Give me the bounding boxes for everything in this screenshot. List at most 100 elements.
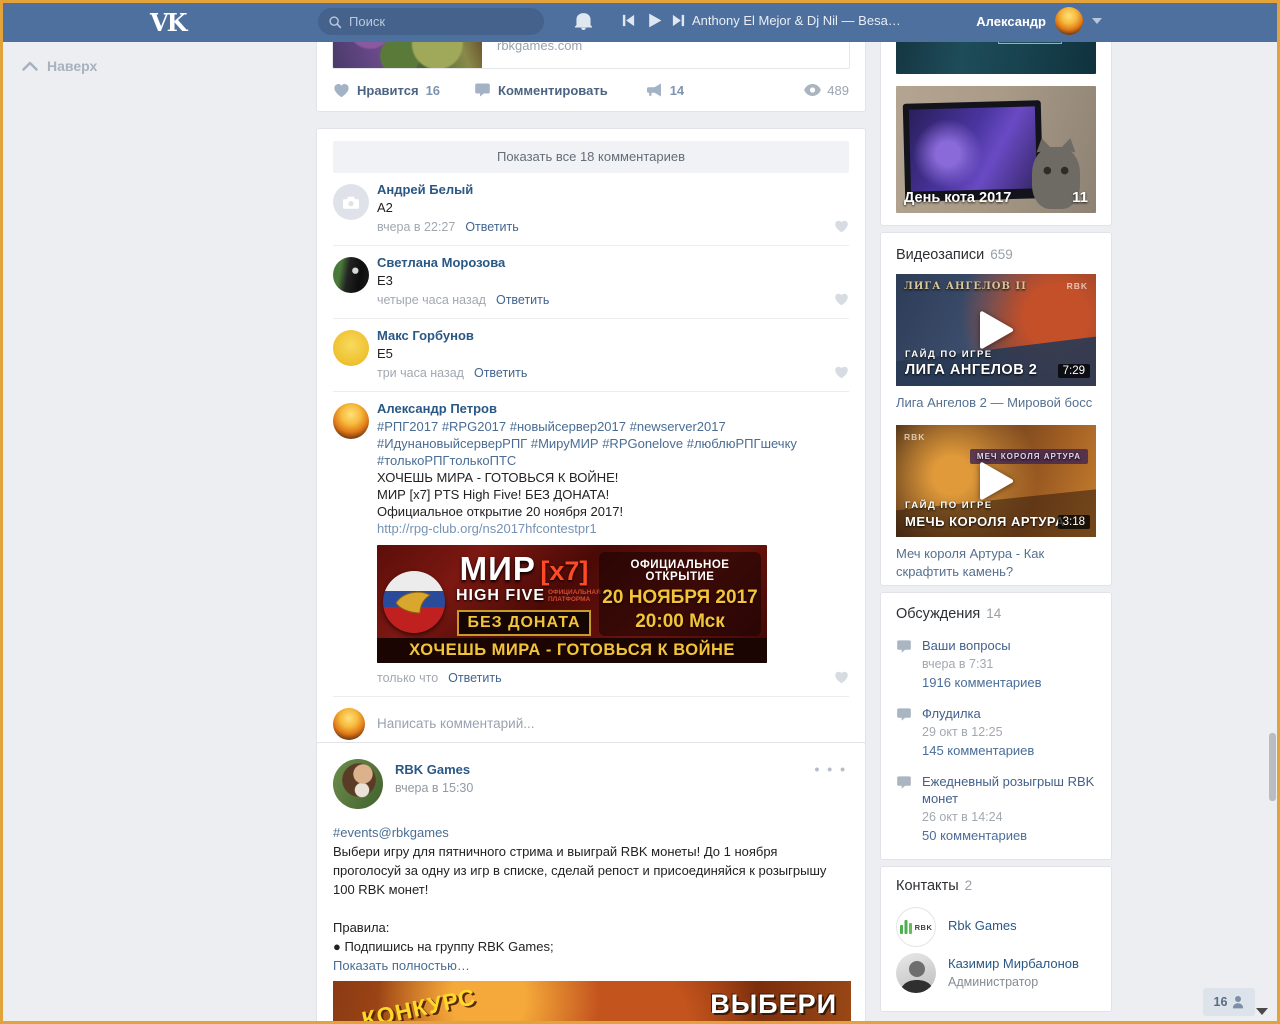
mir-x7-banner-image[interactable]: МИР [x7] HIGH FIVE ОФИЦИАЛЬНАЯ ПЛАТФОРМА … xyxy=(377,545,767,663)
banner-word-contest: КОНКУРС xyxy=(359,983,479,1024)
discussion-time: 29 окт в 12:25 xyxy=(922,725,1003,739)
online-friends-badge[interactable]: 16 xyxy=(1203,988,1255,1016)
banner-opening-time: 20:00 Мск xyxy=(635,611,725,632)
comment-meta: только что Ответить xyxy=(377,670,849,687)
contact-name[interactable]: Rbk Games xyxy=(948,907,1096,933)
hashtag-link[interactable]: #events@rbkgames xyxy=(333,825,449,840)
default-avatar-camera-icon[interactable] xyxy=(333,184,369,220)
video-thumbnail[interactable]: ЛИГА АНГЕЛОВ II RBK ГАЙД ПО ИГРЕ ЛИГА АН… xyxy=(896,274,1096,386)
contact-item[interactable]: RBK Rbk Games xyxy=(896,907,1096,947)
video-thumbnail[interactable]: RBK МЕЧ КОРОЛЯ АРТУРА ГАЙД ПО ИГРЕ МЕЧЬ … xyxy=(896,425,1096,537)
banner-subtitle: HIGH FIVE xyxy=(455,587,545,604)
comment-like-icon[interactable] xyxy=(834,292,849,306)
comment-url-link[interactable]: http://rpg-club.org/ns2017hfcontestpr1 xyxy=(377,520,597,537)
discussions-header-label: Обсуждения xyxy=(896,606,981,622)
post-menu-icon[interactable]: • • • xyxy=(815,761,847,777)
comment-time: три часа назад xyxy=(377,366,464,380)
reply-link[interactable]: Ответить xyxy=(448,671,501,685)
discussion-item[interactable]: Ежедневный розыгрыш RBK монет 26 окт в 1… xyxy=(896,773,1096,843)
heart-icon xyxy=(334,84,349,98)
like-label: Нравится xyxy=(357,82,419,98)
contacts-count: 2 xyxy=(964,878,973,893)
avatar[interactable] xyxy=(333,403,369,439)
reply-link[interactable]: Ответить xyxy=(496,293,549,307)
discussion-bubble-icon xyxy=(897,640,911,653)
discussion-item[interactable]: Флудилка 29 окт в 12:25 145 комментариев xyxy=(896,705,1096,758)
discussion-item[interactable]: Ваши вопросы вчера в 7:31 1916 комментар… xyxy=(896,637,1096,690)
banner-left-block: МИР [x7] HIGH FIVE ОФИЦИАЛЬНАЯ ПЛАТФОРМА … xyxy=(453,552,601,636)
discussion-comments-count[interactable]: 145 комментариев xyxy=(922,743,1096,758)
comment-hashtags[interactable]: #РПГ2017 #RPG2017 #новыйсервер2017 #news… xyxy=(377,418,849,469)
comment-author[interactable]: Александр Петров xyxy=(377,401,497,416)
search-input[interactable] xyxy=(349,14,534,29)
contact-item[interactable]: Казимир Мирбалонов Администратор xyxy=(896,953,1096,993)
play-icon xyxy=(980,462,1013,500)
comment-text-line: Официальное открытие 20 ноября 2017! xyxy=(377,504,624,519)
contact-name[interactable]: Казимир Мирбалонов xyxy=(948,953,1096,971)
now-playing-track[interactable]: Anthony El Mejor & Dj Nil — Besame ... xyxy=(692,13,904,28)
notifications-bell-icon[interactable] xyxy=(574,11,593,31)
share-count: 14 xyxy=(669,82,685,98)
comment-author[interactable]: Светлана Морозова xyxy=(377,255,505,270)
search-box[interactable] xyxy=(318,8,544,35)
discussion-title[interactable]: Флудилка xyxy=(922,705,1096,722)
player-next-button[interactable] xyxy=(671,13,686,28)
user-avatar xyxy=(1055,7,1083,35)
discussions-header[interactable]: Обсуждения 14 xyxy=(896,606,1096,622)
watermark: RBK xyxy=(904,432,926,442)
videos-header[interactable]: Видеозаписи 659 xyxy=(896,247,1096,263)
comment-button[interactable]: Комментировать xyxy=(474,82,608,98)
comment-like-icon[interactable] xyxy=(834,365,849,379)
sidebar-videos-block: Видеозаписи 659 ЛИГА АНГЕЛОВ II RBK ГАЙД … xyxy=(880,232,1112,586)
user-name: Александр xyxy=(976,13,1046,29)
reply-link[interactable]: Ответить xyxy=(465,220,518,234)
discussion-comments-count[interactable]: 1916 комментариев xyxy=(922,675,1096,690)
comment-like-icon[interactable] xyxy=(834,219,849,233)
comment-text: Е3 xyxy=(377,273,393,288)
contacts-header[interactable]: Контакты 2 xyxy=(896,878,1096,894)
video-title-link[interactable]: Лига Ангелов 2 — Мировой босс xyxy=(896,394,1096,412)
discussion-title[interactable]: Ежедневный розыгрыш RBK монет xyxy=(922,773,1096,807)
player-prev-button[interactable] xyxy=(621,13,636,28)
video-title-link[interactable]: Меч короля Артура - Как скрафтить камень… xyxy=(896,545,1096,581)
person-icon xyxy=(1233,996,1244,1009)
scrollbar-thumb[interactable] xyxy=(1269,733,1276,801)
comment-time: только что xyxy=(377,671,439,685)
vk-logo[interactable]: VK xyxy=(150,8,188,37)
banner-no-donate: БЕЗ ДОНАТА xyxy=(457,610,591,636)
reply-link[interactable]: Ответить xyxy=(474,366,527,380)
group-avatar[interactable] xyxy=(333,759,383,809)
comment-input[interactable]: Написать комментарий... xyxy=(377,708,849,740)
megaphone-icon xyxy=(646,83,661,97)
share-button[interactable]: 14 xyxy=(646,82,684,98)
comment-text-line: ХОЧЕШЬ МИРА - ГОТОВЬСЯ К ВОЙНЕ! xyxy=(377,470,619,485)
banner-platform: ОФИЦИАЛЬНАЯ ПЛАТФОРМА xyxy=(548,588,601,603)
comment-row: Макс Горбунов Е5 три часа назад Ответить xyxy=(333,318,849,391)
discussion-comments-count[interactable]: 50 комментариев xyxy=(922,828,1096,843)
scroll-down-caret[interactable] xyxy=(1256,1008,1268,1015)
back-to-top-link[interactable]: Наверх xyxy=(22,58,97,74)
user-menu[interactable]: Александр xyxy=(976,7,1102,35)
photo-cat-day[interactable]: День кота 2017 11 xyxy=(896,86,1096,213)
show-more-link[interactable]: Показать полностью… xyxy=(333,956,470,975)
like-button[interactable]: Нравится 16 xyxy=(333,82,440,98)
comment-like-icon[interactable] xyxy=(834,670,849,684)
videos-header-label: Видеозаписи xyxy=(896,247,985,263)
sidebar-contacts-block: Контакты 2 RBK Rbk Games Казимир Мирбалон… xyxy=(880,866,1112,1012)
comment-time: вчера в 22:27 xyxy=(377,220,456,234)
post-time[interactable]: вчера в 15:30 xyxy=(395,781,473,795)
show-all-comments-button[interactable]: Показать все 18 комментариев xyxy=(333,141,849,173)
banner-right-block: ОФИЦИАЛЬНОЕ ОТКРЫТИЕ 20 НОЯБРЯ 2017 20:0… xyxy=(599,552,761,636)
video-overlay-big: ЛИГА АНГЕЛОВ 2 xyxy=(905,362,1038,378)
comment-author[interactable]: Андрей Белый xyxy=(377,182,473,197)
video-overlay-big: МЕЧЬ КОРОЛЯ АРТУРА xyxy=(905,514,1065,529)
contest-banner-image[interactable]: КОНКУРС ВЫБЕРИ ИГРУ xyxy=(333,981,851,1024)
player-play-button[interactable] xyxy=(646,12,663,29)
avatar[interactable] xyxy=(333,330,369,366)
post-author[interactable]: RBK Games xyxy=(395,762,470,777)
comment-author[interactable]: Макс Горбунов xyxy=(377,328,474,343)
contact-role: Администратор xyxy=(948,975,1039,989)
avatar[interactable] xyxy=(333,257,369,293)
discussion-title[interactable]: Ваши вопросы xyxy=(922,637,1096,654)
